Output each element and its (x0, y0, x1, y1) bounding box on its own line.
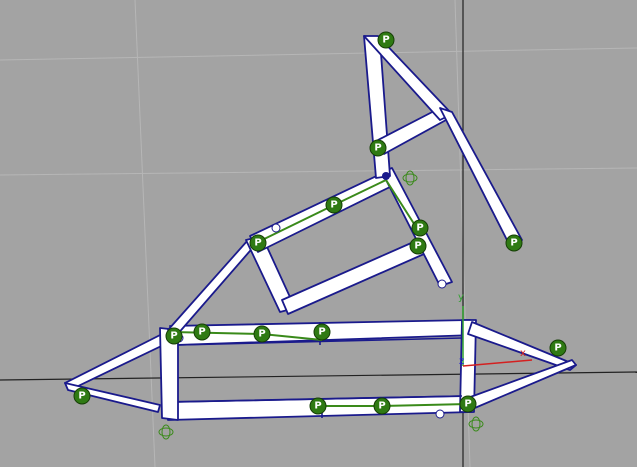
svg-text:P: P (314, 401, 321, 412)
joint-marker (437, 279, 447, 289)
svg-text:P: P (416, 223, 423, 234)
control-handle-arm-upper[interactable]: P (411, 219, 429, 237)
svg-text:P: P (170, 331, 177, 342)
joint-marker (271, 223, 281, 233)
locator-ring-right (468, 416, 484, 432)
control-handle-top-mid[interactable]: P (253, 325, 271, 343)
joint-marker (435, 409, 445, 419)
upper-rig[interactable] (167, 35, 523, 337)
control-handle-head[interactable]: P (377, 31, 395, 49)
svg-text:P: P (78, 391, 85, 402)
control-handle-arm-lower[interactable]: P (409, 237, 427, 255)
control-handle-beak[interactable]: P (505, 234, 523, 252)
control-handle-top-right[interactable]: P (313, 323, 331, 341)
gizmo-x-label: x (520, 348, 526, 359)
locator-ring-left (158, 424, 174, 440)
control-handle-arm-mid[interactable]: P (325, 196, 343, 214)
svg-text:P: P (318, 327, 325, 338)
joint-marker (382, 172, 390, 180)
bone-beak (439, 107, 523, 247)
svg-text:P: P (510, 238, 517, 249)
svg-text:P: P (464, 399, 471, 410)
svg-text:P: P (198, 327, 205, 338)
gizmo-z-label: z (459, 356, 464, 367)
svg-text:P: P (258, 329, 265, 340)
svg-text:P: P (378, 401, 385, 412)
svg-text:P: P (554, 343, 561, 354)
control-handle-bottom-mid[interactable]: P (373, 397, 391, 415)
control-handle-tip-left[interactable]: P (73, 387, 91, 405)
svg-text:P: P (382, 35, 389, 46)
control-handle-bottom-right[interactable]: P (459, 395, 477, 413)
svg-text:P: P (254, 238, 261, 249)
gizmo-y-label: y (458, 292, 464, 303)
locator-ring-arm (402, 170, 418, 186)
3d-viewport[interactable]: y x z P P P P P P P P P P P P P P P P (0, 0, 637, 467)
control-handle-shoulder[interactable]: P (249, 234, 267, 252)
bone-right-lower (461, 359, 577, 411)
control-handle-top-left[interactable]: P (165, 327, 183, 345)
control-handle-top-left-inner[interactable]: P (193, 323, 211, 341)
svg-text:P: P (414, 241, 421, 252)
control-handle-tip-right[interactable]: P (549, 339, 567, 357)
control-handles[interactable]: P P P P P P P P P P P P P P P P (73, 31, 567, 415)
control-handle-neck[interactable]: P (369, 139, 387, 157)
bone-arm-lower-left (167, 239, 257, 337)
svg-text:P: P (330, 200, 337, 211)
bone-arm-bottom (281, 239, 425, 315)
control-handle-bottom-left[interactable]: P (309, 397, 327, 415)
svg-text:P: P (374, 143, 381, 154)
